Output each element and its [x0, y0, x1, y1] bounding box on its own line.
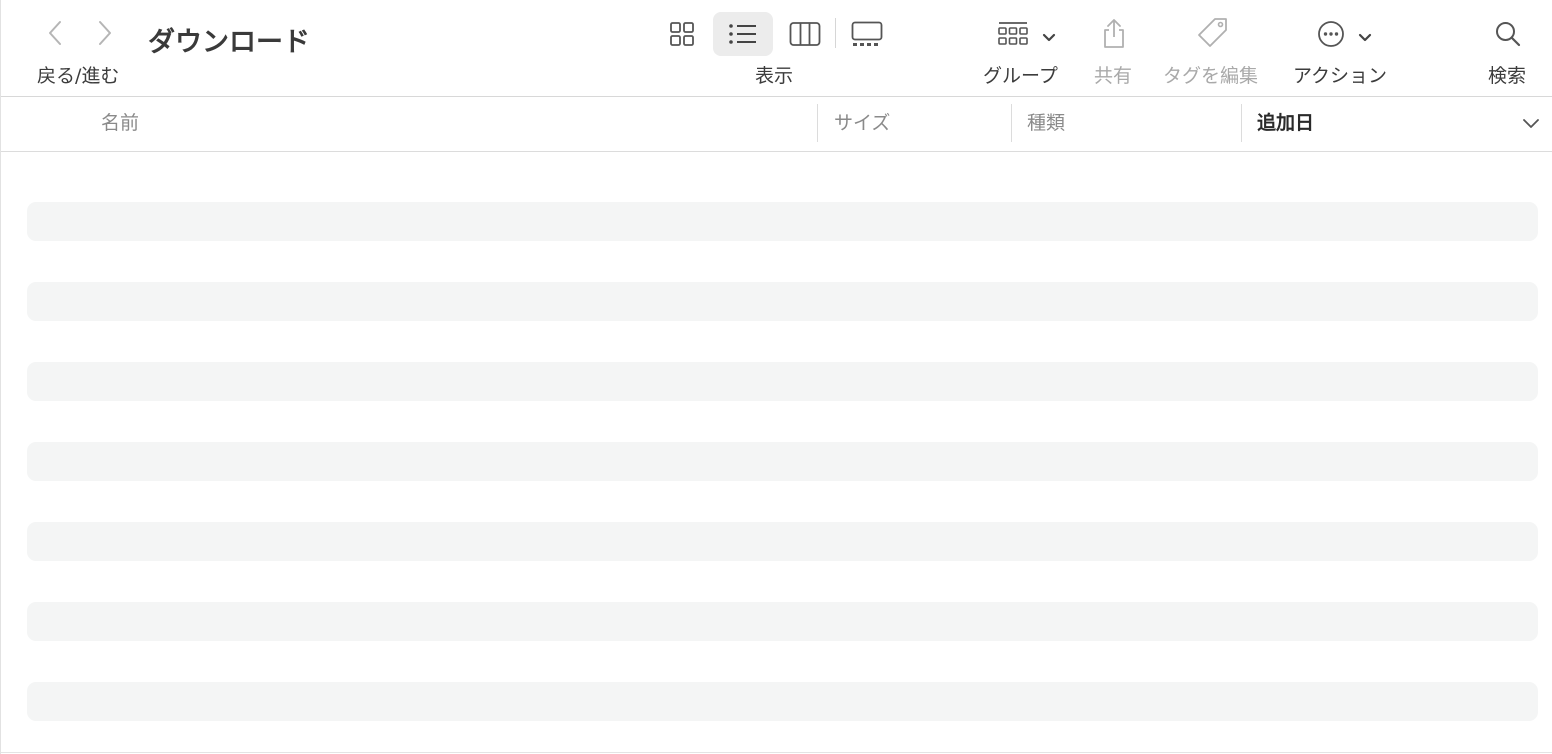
- sort-order-button[interactable]: [1521, 113, 1541, 133]
- column-name[interactable]: 名前: [101, 97, 139, 151]
- placeholder-row: [27, 682, 1538, 721]
- chevron-down-icon: [1358, 33, 1372, 42]
- chevron-left-icon: [49, 21, 61, 45]
- nav-label: 戻る/進む: [37, 65, 120, 87]
- column-divider[interactable]: [1241, 104, 1242, 142]
- column-date-added[interactable]: 追加日: [1257, 97, 1314, 151]
- column-divider[interactable]: [1011, 104, 1012, 142]
- share-icon: [1104, 19, 1124, 48]
- group-label: グループ: [983, 65, 1058, 87]
- gallery-view-button[interactable]: [846, 14, 888, 54]
- finder-window: 戻る/進む ダウンロード 表示 グループ 共有 タグを編集 アクション 検索 名…: [0, 0, 1552, 754]
- forward-button[interactable]: [89, 16, 121, 50]
- list-view-button[interactable]: [713, 12, 773, 56]
- column-view-button[interactable]: [785, 14, 825, 54]
- ellipsis-circle-icon: [1318, 21, 1372, 47]
- back-button[interactable]: [39, 16, 71, 50]
- placeholder-row: [27, 202, 1538, 241]
- chevron-down-icon: [1042, 33, 1056, 42]
- tag-icon: [1198, 18, 1227, 47]
- list-icon: [729, 24, 756, 44]
- view-separator: [835, 18, 836, 48]
- file-list: [1, 152, 1552, 752]
- magnifier-icon: [1496, 22, 1521, 47]
- group-button[interactable]: [991, 14, 1061, 54]
- search-label: 検索: [1488, 65, 1527, 87]
- chevron-down-icon: [1523, 119, 1539, 128]
- window-bottom-border: [1, 752, 1552, 753]
- grid-icon: [670, 22, 694, 46]
- share-label: 共有: [1094, 65, 1133, 87]
- column-kind[interactable]: 種類: [1027, 97, 1065, 151]
- window-title: ダウンロード: [148, 27, 310, 58]
- toolbar: 戻る/進む ダウンロード 表示 グループ 共有 タグを編集 アクション 検索: [1, 0, 1552, 97]
- group-icon: [998, 22, 1056, 45]
- action-label: アクション: [1293, 65, 1388, 87]
- icon-view-button[interactable]: [661, 14, 703, 54]
- columns-icon: [789, 22, 821, 46]
- view-label: 表示: [755, 65, 794, 87]
- search-button[interactable]: [1489, 14, 1527, 54]
- gallery-icon: [851, 21, 883, 46]
- tags-label: タグを編集: [1163, 65, 1259, 87]
- chevron-right-icon: [99, 21, 111, 45]
- placeholder-row: [27, 522, 1538, 561]
- column-size[interactable]: サイズ: [834, 97, 890, 151]
- action-button[interactable]: [1313, 14, 1377, 54]
- placeholder-row: [27, 602, 1538, 641]
- placeholder-row: [27, 282, 1538, 321]
- share-button[interactable]: [1095, 12, 1133, 54]
- tags-button[interactable]: [1193, 12, 1233, 54]
- column-header: 名前 サイズ 種類 追加日: [1, 97, 1552, 152]
- column-divider[interactable]: [817, 104, 818, 142]
- placeholder-row: [27, 362, 1538, 401]
- placeholder-row: [27, 442, 1538, 481]
